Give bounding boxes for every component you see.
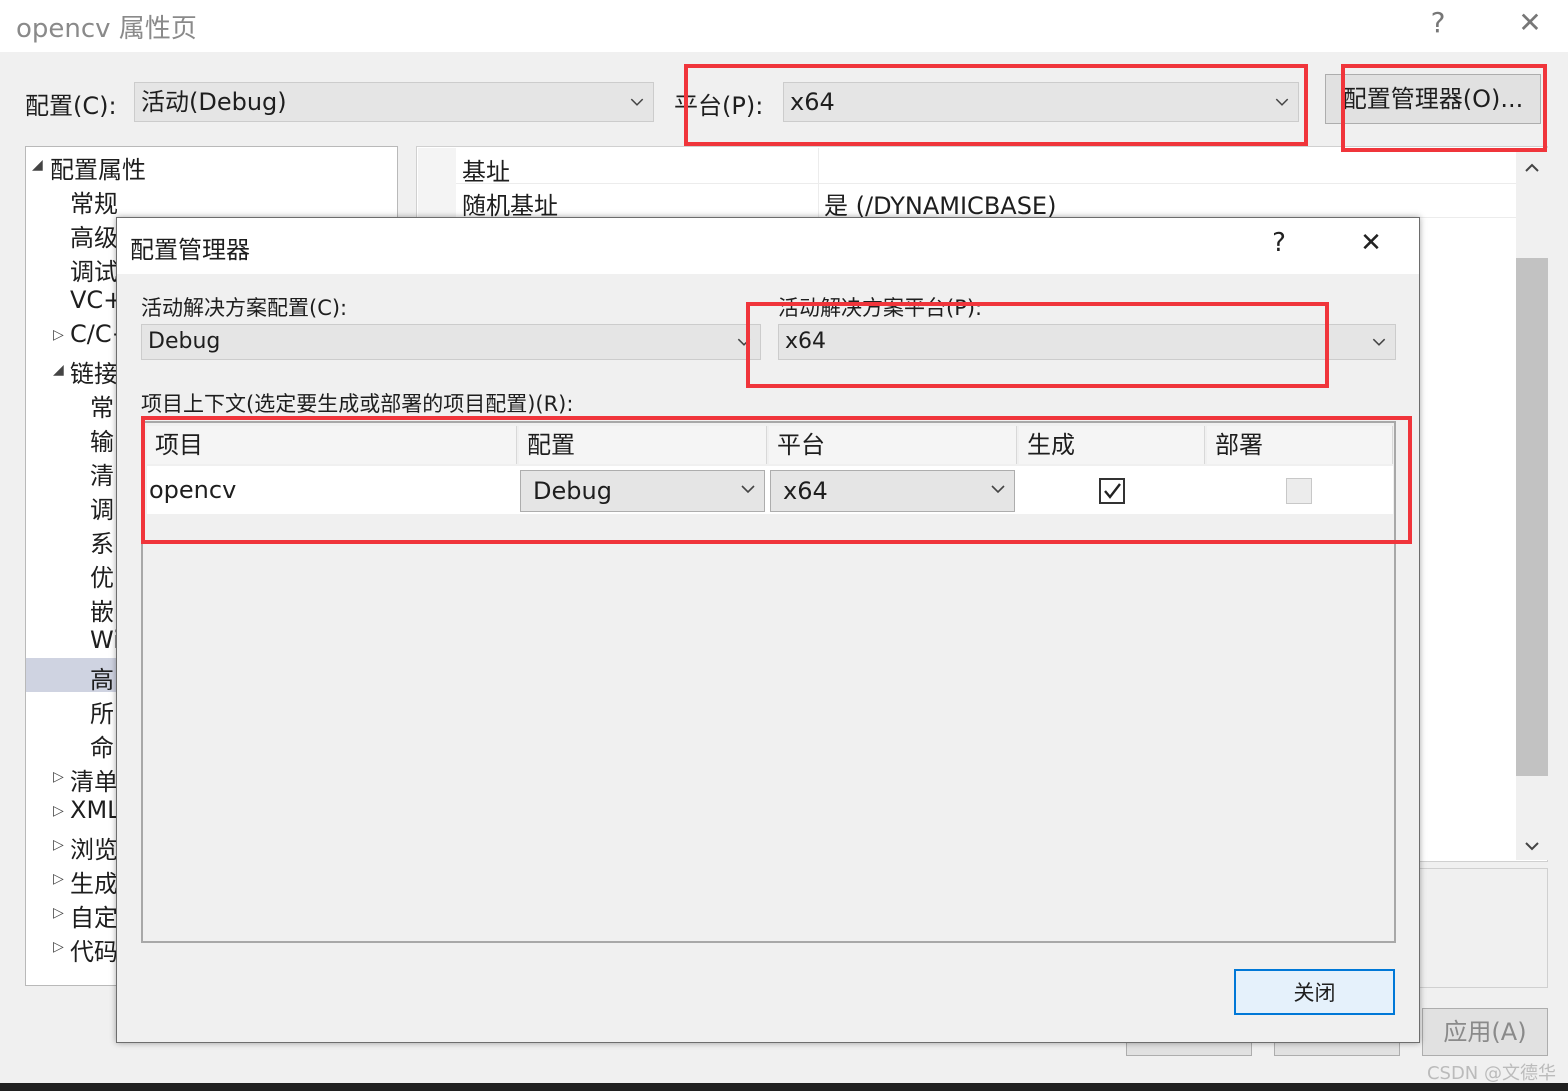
tree-expand-icon[interactable]: ◢ [32, 157, 43, 173]
active-config-label: 活动解决方案配置(C): [141, 296, 348, 320]
active-config-select[interactable]: Debug [141, 324, 761, 360]
property-name[interactable]: 随机基址 [462, 186, 558, 221]
tree-collapsed-icon[interactable]: ▷ [53, 939, 64, 955]
help-icon[interactable]: ? [1418, 6, 1458, 39]
window-bottom-edge [0, 1083, 1568, 1091]
scroll-up-icon[interactable] [1522, 160, 1542, 176]
tree-item[interactable]: 常 [90, 388, 114, 423]
tree-item[interactable]: 输 [90, 422, 114, 457]
project-context-label: 项目上下文(选定要生成或部署的项目配置)(R): [141, 392, 574, 416]
highlight-project-grid [141, 416, 1412, 544]
tree-expand-icon[interactable]: ◢ [53, 362, 64, 378]
property-value[interactable]: 是 (/DYNAMICBASE) [824, 186, 1056, 221]
tree-item[interactable]: 自定 [70, 898, 118, 933]
tree-item-root[interactable]: 配置属性 [50, 150, 146, 185]
tree-collapsed-icon[interactable]: ▷ [53, 327, 64, 343]
chevron-down-icon [1372, 338, 1386, 346]
tree-item[interactable]: 清单 [70, 762, 118, 797]
tree-item[interactable]: 链接 [70, 354, 118, 389]
tree-item[interactable]: 命 [90, 728, 114, 763]
property-name[interactable]: 基址 [462, 152, 510, 187]
window-title: opencv 属性页 [16, 14, 197, 44]
config-select-value: 活动(Debug) [141, 88, 287, 116]
tree-item-selected[interactable]: 高 [90, 660, 114, 695]
highlight-platform [684, 64, 1308, 146]
dialog-title: 配置管理器 [130, 236, 250, 264]
row-divider [456, 183, 1516, 184]
tree-item[interactable]: 清 [90, 456, 114, 491]
tree-item[interactable]: 浏览 [70, 830, 118, 865]
tree-collapsed-icon[interactable]: ▷ [53, 837, 64, 853]
tree-item[interactable]: 嵌 [90, 592, 114, 627]
tree-item[interactable]: 调 [90, 490, 114, 525]
dialog-close-button[interactable]: 关闭 [1234, 969, 1395, 1015]
dialog-close-icon[interactable]: ✕ [1351, 228, 1391, 258]
close-icon[interactable]: ✕ [1510, 6, 1550, 39]
highlight-config-manager [1341, 64, 1547, 152]
config-select[interactable]: 活动(Debug) [134, 82, 654, 122]
tree-collapsed-icon[interactable]: ▷ [53, 871, 64, 887]
description-panel [1418, 868, 1548, 988]
active-config-value: Debug [148, 329, 221, 354]
dialog-help-icon[interactable]: ? [1259, 228, 1299, 258]
tree-item[interactable]: XML [70, 796, 121, 824]
dialog-titlebar: 配置管理器 ? ✕ [117, 218, 1419, 274]
config-label: 配置(C): [25, 92, 117, 120]
tree-item[interactable]: 高级 [70, 218, 118, 253]
tree-item[interactable]: 所 [90, 694, 114, 729]
scroll-down-icon[interactable] [1522, 838, 1542, 854]
tree-collapsed-icon[interactable]: ▷ [53, 905, 64, 921]
tree-item[interactable]: 常规 [70, 184, 118, 219]
window-titlebar: opencv 属性页 ? ✕ [0, 0, 1568, 52]
tree-item[interactable]: 生成 [70, 864, 118, 899]
scrollbar-thumb[interactable] [1516, 258, 1548, 776]
tree-collapsed-icon[interactable]: ▷ [53, 803, 64, 819]
highlight-active-platform [746, 302, 1329, 388]
tree-collapsed-icon[interactable]: ▷ [53, 769, 64, 785]
chevron-down-icon [630, 98, 644, 106]
apply-button[interactable]: 应用(A) [1422, 1008, 1548, 1056]
tree-item[interactable]: 系 [90, 524, 114, 559]
tree-item[interactable]: 优 [90, 558, 114, 593]
tree-item[interactable]: 代码 [70, 932, 118, 967]
watermark: CSDN @文德华 [1426, 1063, 1556, 1084]
tree-item[interactable]: 调试 [70, 252, 118, 287]
